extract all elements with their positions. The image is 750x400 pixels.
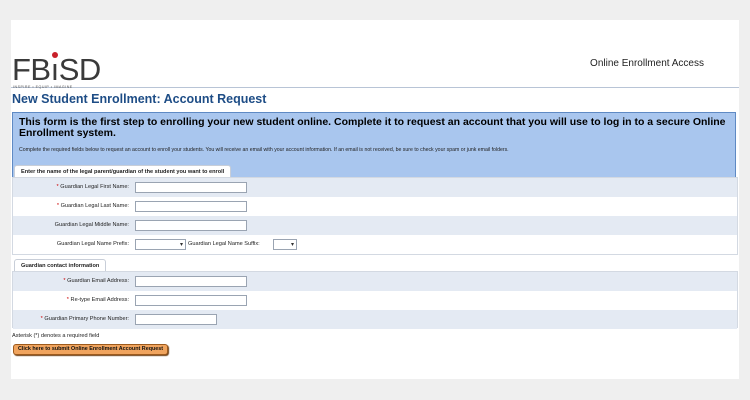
- logo-dot-icon: [52, 52, 58, 58]
- fbisd-logo[interactable]: FBıSD INSPIRE • EQUIP • IMAGINE: [12, 52, 112, 89]
- required-marker: *: [56, 203, 60, 209]
- email-input[interactable]: [135, 276, 247, 287]
- first-name-label: * Guardian Legal First Name:: [13, 178, 129, 197]
- email-label: * Guardian Email Address:: [13, 272, 129, 291]
- intro-text: Complete the required fields below to re…: [19, 147, 509, 153]
- first-name-input[interactable]: [135, 182, 247, 193]
- required-marker: *: [56, 184, 59, 190]
- first-name-row: * Guardian Legal First Name:: [13, 178, 737, 197]
- retype-email-label-text: Re-type Email Address:: [70, 297, 129, 303]
- portal-title: Online Enrollment Access: [590, 58, 704, 69]
- last-name-row: * Guardian Legal Last Name:: [13, 197, 737, 216]
- intro-heading: This form is the first step to enrolling…: [19, 116, 726, 139]
- middle-name-row: Guardian Legal Middle Name:: [13, 216, 737, 235]
- suffix-label: Guardian Legal Name Suffix:: [188, 241, 260, 247]
- phone-label-text: Guardian Primary Phone Number:: [44, 316, 129, 322]
- prefix-select[interactable]: ▾: [135, 239, 186, 250]
- retype-email-row: * Re-type Email Address:: [13, 291, 737, 310]
- required-marker: *: [66, 297, 69, 303]
- name-prefix-suffix-row: Guardian Legal Name Prefix: ▾ Guardian L…: [13, 235, 737, 254]
- email-row: * Guardian Email Address:: [13, 272, 737, 291]
- logo-tagline: INSPIRE • EQUIP • IMAGINE: [13, 85, 73, 89]
- browser-page: FBıSD INSPIRE • EQUIP • IMAGINE Online E…: [11, 20, 739, 379]
- first-name-label-text: Guardian Legal First Name:: [60, 184, 129, 190]
- chevron-down-icon: ▾: [179, 242, 183, 248]
- last-name-input[interactable]: [135, 201, 247, 212]
- retype-email-label: * Re-type Email Address:: [13, 291, 129, 310]
- middle-name-label: Guardian Legal Middle Name:: [54, 222, 129, 228]
- submit-request-button[interactable]: Click here to submit Online Enrollment A…: [13, 344, 169, 355]
- guardian-name-section: * Guardian Legal First Name: * Guardian …: [12, 177, 738, 255]
- site-header: FBıSD INSPIRE • EQUIP • IMAGINE Online E…: [11, 20, 739, 89]
- email-label-text: Guardian Email Address:: [67, 278, 129, 284]
- middle-name-input[interactable]: [135, 220, 247, 231]
- last-name-label: * Guardian Legal Last Name:: [13, 197, 129, 216]
- retype-email-input[interactable]: [135, 295, 247, 306]
- phone-input[interactable]: [135, 314, 217, 325]
- required-footnote: Asterisk (*) denotes a required field: [12, 333, 100, 339]
- prefix-label: Guardian Legal Name Prefix:: [56, 241, 129, 247]
- required-marker: *: [63, 278, 66, 284]
- page-title: New Student Enrollment: Account Request: [12, 92, 267, 106]
- phone-row: * Guardian Primary Phone Number:: [13, 310, 737, 329]
- last-name-label-text: Guardian Legal Last Name:: [60, 203, 129, 209]
- phone-label: * Guardian Primary Phone Number:: [13, 310, 129, 329]
- logo-wordmark: FBıSD: [12, 52, 101, 87]
- guardian-contact-section: * Guardian Email Address: * Re-type Emai…: [12, 271, 738, 329]
- chevron-down-icon: ▾: [290, 242, 294, 248]
- suffix-select[interactable]: ▾: [273, 239, 297, 250]
- required-marker: *: [40, 316, 43, 322]
